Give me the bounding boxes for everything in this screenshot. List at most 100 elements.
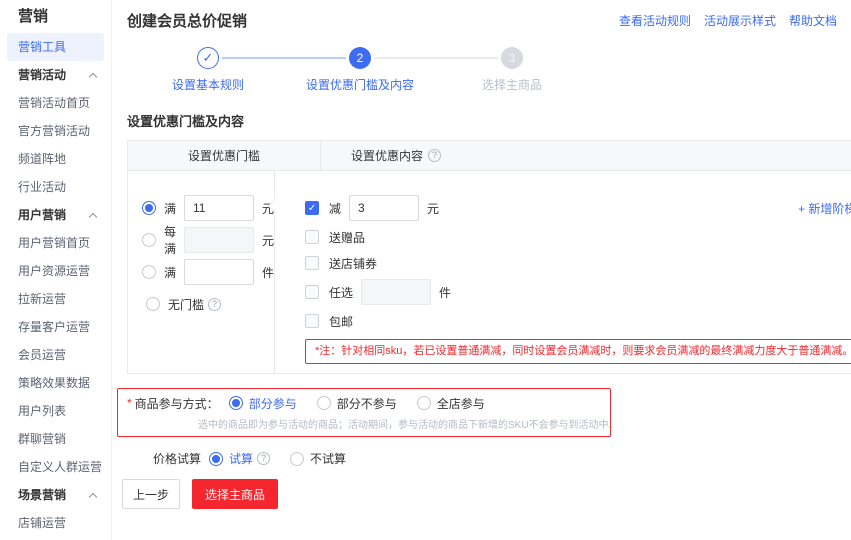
main-content: 创建会员总价促销 查看活动规则 活动展示样式 帮助文档 ✓ 设置基本规则 2 设… — [112, 0, 851, 540]
help-icon[interactable]: ? — [257, 452, 271, 465]
unit-label: 元 — [427, 201, 440, 216]
participation-option-whole-store[interactable]: 全店参与 — [416, 395, 485, 412]
sidebar-group-label: 营销活动 — [18, 68, 67, 82]
checkbox-icon[interactable] — [305, 285, 320, 299]
help-docs-link[interactable]: 帮助文档 — [789, 12, 837, 29]
sidebar-title: 营销 — [18, 8, 49, 25]
option-label: 试算 — [229, 452, 254, 466]
sidebar-item[interactable]: 自定义人群运营 — [0, 453, 111, 481]
unit-label: 件 — [439, 285, 452, 300]
sidebar-item[interactable]: 官方营销活动 — [0, 117, 111, 145]
participation-option-partial-exclude[interactable]: 部分不参与 — [316, 395, 397, 412]
option-label: 部分不参与 — [336, 396, 397, 411]
sidebar-item[interactable]: 营销活动首页 — [0, 89, 111, 117]
step-discount-settings[interactable]: 2 设置优惠门槛及内容 — [222, 47, 436, 93]
required-asterisk: * — [127, 396, 132, 410]
section-title: 设置优惠门槛及内容 — [127, 114, 245, 129]
step-number: 2 — [349, 47, 371, 69]
sidebar-item[interactable]: 会员运营 — [0, 341, 111, 369]
chevron-up-icon — [88, 72, 98, 82]
option-label: 满 — [164, 201, 177, 216]
radio-icon[interactable] — [142, 233, 156, 247]
sidebar-item[interactable]: 群聊营销 — [0, 425, 111, 453]
radio-selected-icon — [228, 396, 243, 410]
participation-section: * 商品参与方式： 部分参与 部分不参与 全店参与 选中的商品即为参与活动的商品… — [117, 388, 619, 437]
option-label: 包邮 — [329, 314, 354, 329]
content-option-store-coupon: 送店铺券 — [305, 253, 851, 273]
sidebar-item[interactable]: 店铺运营 — [0, 509, 111, 537]
radio-selected-icon — [209, 451, 224, 466]
option-label: 每满 — [164, 225, 177, 256]
chevron-up-icon — [88, 492, 98, 502]
view-activity-rules-link[interactable]: 查看活动规则 — [619, 12, 691, 29]
select-main-product-button[interactable]: 选择主商品 — [192, 479, 278, 509]
reduce-amount-input[interactable] — [349, 195, 420, 221]
radio-icon — [290, 451, 305, 466]
sku-rule-note: *注：针对相同sku，若已设置普通满减，同时设置会员满减时，则要求会员满减的最终… — [305, 339, 851, 364]
checkbox-icon[interactable] — [305, 230, 320, 244]
header-links: 查看活动规则 活动展示样式 帮助文档 — [619, 10, 837, 29]
radio-selected-icon[interactable] — [142, 201, 156, 215]
option-label: 减 — [329, 201, 342, 216]
sidebar-item[interactable]: 用户营销首页 — [0, 229, 111, 257]
step-label: 设置优惠门槛及内容 — [305, 78, 414, 92]
step-label: 设置基本规则 — [171, 78, 244, 92]
sidebar-item-marketing-tools[interactable]: 营销工具 — [7, 33, 104, 61]
sidebar-group-label: 场景营销 — [18, 488, 67, 502]
checkbox-icon[interactable] — [305, 256, 320, 270]
sidebar: 营销 营销工具 营销活动 营销活动首页 官方营销活动 频道阵地 行业活动 用户营… — [0, 0, 112, 540]
any-pick-count-input — [361, 279, 432, 305]
sidebar-item[interactable]: 存量客户运营 — [0, 313, 111, 341]
option-label: 送赠品 — [329, 230, 366, 245]
option-label: 部分参与 — [248, 396, 297, 411]
sidebar-item[interactable]: 用户资源运营 — [0, 257, 111, 285]
sidebar-group-label: 用户营销 — [18, 208, 67, 222]
footer-actions: 上一步 选择主商品 — [122, 479, 851, 509]
item-count-input[interactable] — [184, 259, 255, 285]
add-tier-label: 新增阶梯 — [808, 202, 851, 216]
content-header-label: 设置优惠内容 — [351, 149, 424, 163]
radio-icon[interactable] — [146, 297, 160, 311]
checkbox-checked-icon[interactable]: ✓ — [305, 201, 320, 215]
previous-step-button[interactable]: 上一步 — [122, 479, 180, 509]
content-cell: ✓ 减 元 送赠品 送店铺券 任选 — [275, 171, 851, 373]
page-title: 创建会员总价促销 — [127, 13, 248, 30]
threshold-amount-input[interactable] — [184, 195, 255, 221]
content-option-gift: 送赠品 — [305, 227, 851, 247]
sidebar-group-user-marketing[interactable]: 用户营销 — [0, 201, 111, 229]
activity-display-style-link[interactable]: 活动展示样式 — [704, 12, 776, 29]
sidebar-group-marketing-activities[interactable]: 营销活动 — [0, 61, 111, 89]
price-trial-option-no-trial[interactable]: 不试算 — [290, 450, 346, 467]
unit-label: 元 — [262, 233, 275, 248]
threshold-column-header: 设置优惠门槛 — [128, 141, 321, 170]
sidebar-item[interactable]: 拉新运营 — [0, 285, 111, 313]
content-option-any-pick: 任选 件 — [305, 279, 851, 305]
step-select-main-product: 3 选择主商品 — [374, 47, 588, 93]
step-label: 选择主商品 — [481, 78, 542, 92]
add-tier-link[interactable]: + 新增阶梯 — [798, 200, 851, 217]
help-icon[interactable]: ? — [428, 149, 442, 162]
sidebar-item[interactable]: 用户列表 — [0, 397, 111, 425]
stepper: ✓ 设置基本规则 2 设置优惠门槛及内容 3 选择主商品 — [132, 47, 851, 93]
content-column-header: 设置优惠内容 ? — [321, 147, 851, 164]
sidebar-item[interactable]: 策略效果数据 — [0, 369, 111, 397]
sidebar-group-scene-marketing[interactable]: 场景营销 — [0, 481, 111, 509]
checkbox-icon[interactable] — [305, 314, 320, 328]
option-label: 满 — [164, 265, 177, 280]
option-label: 无门槛 — [168, 297, 205, 312]
participation-option-partial[interactable]: 部分参与 — [228, 395, 297, 412]
step-basic-rules[interactable]: ✓ 设置基本规则 — [132, 47, 284, 93]
app-window: 营销 营销工具 营销活动 营销活动首页 官方营销活动 频道阵地 行业活动 用户营… — [0, 0, 851, 540]
option-label: 送店铺券 — [329, 256, 378, 271]
sidebar-item[interactable]: 频道阵地 — [0, 145, 111, 173]
unit-label: 件 — [262, 265, 275, 280]
radio-icon[interactable] — [142, 265, 156, 279]
threshold-option-no-threshold: 无门槛 ? — [142, 291, 274, 317]
price-trial-option-trial[interactable]: 试算 ? — [209, 450, 271, 467]
sidebar-item[interactable]: 行业活动 — [0, 173, 111, 201]
radio-icon — [316, 396, 331, 410]
help-icon[interactable]: ? — [208, 297, 222, 311]
plus-icon: + — [798, 202, 806, 216]
option-label: 不试算 — [310, 452, 347, 466]
chevron-up-icon — [88, 212, 98, 222]
